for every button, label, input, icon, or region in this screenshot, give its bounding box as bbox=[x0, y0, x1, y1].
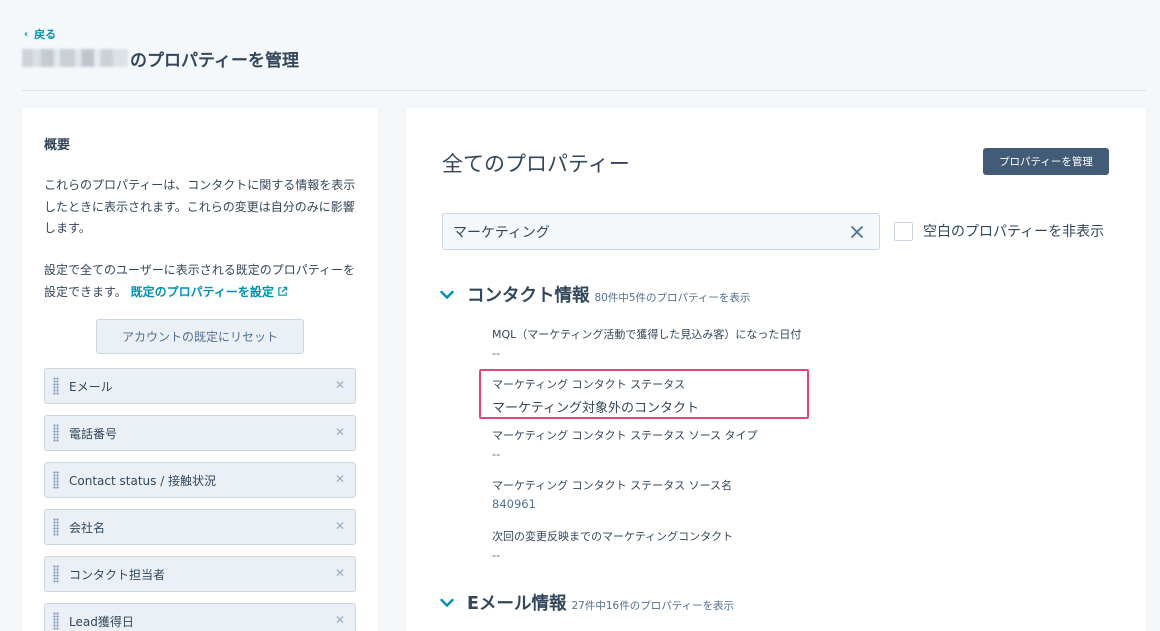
overview-panel: 概要 これらのプロパティーは、コンタクトに関する情報を表示したときに表示されます… bbox=[22, 108, 378, 631]
hide-empty-label: 空白のプロパティーを非表示 bbox=[923, 224, 1105, 240]
field-next-marketing-contact: 次回の変更反映までのマーケティングコンタクト -- bbox=[492, 528, 733, 562]
drag-handle-icon[interactable] bbox=[53, 565, 59, 583]
chevron-left-icon: ‹ bbox=[24, 28, 29, 40]
field-value[interactable]: -- bbox=[492, 447, 758, 461]
property-item-label: 電話番号 bbox=[69, 426, 118, 441]
property-item-label: 会社名 bbox=[69, 520, 106, 535]
blurred-contact-name bbox=[22, 49, 128, 67]
hide-empty-checkbox[interactable] bbox=[894, 221, 913, 241]
chevron-down-icon bbox=[440, 598, 454, 607]
drag-handle-icon[interactable] bbox=[53, 424, 59, 442]
search-box bbox=[442, 213, 880, 250]
field-label: 次回の変更反映までのマーケティングコンタクト bbox=[492, 530, 734, 543]
drag-handle-icon[interactable] bbox=[53, 612, 59, 630]
field-label: マーケティング コンタクト ステータス ソース名 bbox=[492, 479, 733, 492]
chevron-down-icon bbox=[440, 290, 454, 299]
drag-handle-icon[interactable] bbox=[53, 471, 59, 489]
property-item-label: Eメール bbox=[69, 379, 113, 394]
page-title: のプロパティーを管理 bbox=[22, 46, 299, 71]
reset-to-default-button[interactable]: アカウントの既定にリセット bbox=[96, 319, 304, 354]
remove-icon[interactable]: ✕ bbox=[335, 378, 345, 392]
overview-heading: 概要 bbox=[44, 138, 71, 153]
page-title-text: のプロパティーを管理 bbox=[130, 50, 299, 71]
property-item-contact-owner[interactable]: コンタクト担当者 ✕ bbox=[44, 556, 356, 592]
field-value[interactable]: -- bbox=[492, 548, 733, 562]
field-marketing-status-source-name: マーケティング コンタクト ステータス ソース名 840961 bbox=[492, 477, 732, 511]
highlight-box bbox=[479, 369, 809, 419]
overview-description-2: 設定で全てのユーザーに表示される既定のプロパティーを設定できます。 既定のプロパ… bbox=[44, 260, 360, 303]
property-list: Eメール ✕ 電話番号 ✕ Contact status / 接触状況 ✕ 会社… bbox=[44, 368, 356, 631]
property-item-label: Lead獲得日 bbox=[69, 614, 134, 629]
all-properties-panel: 全てのプロパティー プロパティーを管理 空白のプロパティーを非表示 コンタクト情… bbox=[406, 108, 1146, 631]
overview-description: これらのプロパティーは、コンタクトに関する情報を表示したときに表示されます。これ… bbox=[44, 178, 356, 235]
close-icon[interactable] bbox=[850, 225, 864, 239]
remove-icon[interactable]: ✕ bbox=[335, 566, 345, 580]
section-header-email-info[interactable]: Eメール情報 27件中16件のプロパティーを表示 bbox=[440, 590, 734, 615]
section-header-contact-info[interactable]: コンタクト情報 80件中5件のプロパティーを表示 bbox=[440, 282, 750, 307]
section-count: 27件中16件のプロパティーを表示 bbox=[571, 600, 735, 612]
default-properties-link[interactable]: 既定のプロパティーを設定 bbox=[131, 285, 288, 299]
property-item-email[interactable]: Eメール ✕ bbox=[44, 368, 356, 404]
remove-icon[interactable]: ✕ bbox=[335, 425, 345, 439]
field-label: マーケティング コンタクト ステータス ソース タイプ bbox=[492, 429, 758, 442]
header-divider bbox=[22, 90, 1146, 91]
property-item-phone[interactable]: 電話番号 ✕ bbox=[44, 415, 356, 451]
property-item-label: コンタクト担当者 bbox=[69, 567, 166, 582]
back-link[interactable]: ‹ 戻る bbox=[24, 26, 56, 42]
search-input[interactable] bbox=[453, 223, 833, 240]
drag-handle-icon[interactable] bbox=[53, 518, 59, 536]
field-marketing-status-source-type: マーケティング コンタクト ステータス ソース タイプ -- bbox=[492, 427, 758, 461]
drag-handle-icon[interactable] bbox=[53, 377, 59, 395]
back-label: 戻る bbox=[34, 28, 57, 41]
property-item-contact-status[interactable]: Contact status / 接触状況 ✕ bbox=[44, 462, 356, 498]
section-title: Eメール情報 bbox=[467, 594, 567, 614]
field-label: MQL（マーケティング活動で獲得した見込み客）になった日付 bbox=[492, 328, 802, 341]
field-value[interactable]: -- bbox=[492, 346, 801, 360]
all-properties-title: 全てのプロパティー bbox=[442, 152, 630, 176]
property-item-lead-date[interactable]: Lead獲得日 ✕ bbox=[44, 603, 356, 631]
property-item-label: Contact status / 接触状況 bbox=[69, 473, 217, 488]
manage-properties-button[interactable]: プロパティーを管理 bbox=[983, 148, 1109, 175]
section-count: 80件中5件のプロパティーを表示 bbox=[594, 292, 751, 304]
remove-icon[interactable]: ✕ bbox=[335, 613, 345, 627]
default-properties-link-text: 既定のプロパティーを設定 bbox=[130, 284, 274, 299]
property-item-company[interactable]: 会社名 ✕ bbox=[44, 509, 356, 545]
remove-icon[interactable]: ✕ bbox=[335, 519, 345, 533]
remove-icon[interactable]: ✕ bbox=[335, 472, 345, 486]
external-link-icon bbox=[278, 286, 288, 296]
hide-empty-toggle[interactable]: 空白のプロパティーを非表示 bbox=[894, 221, 1104, 241]
field-value[interactable]: 840961 bbox=[492, 497, 732, 511]
field-mql-date: MQL（マーケティング活動で獲得した見込み客）になった日付 -- bbox=[492, 326, 801, 360]
section-title: コンタクト情報 bbox=[467, 286, 590, 306]
